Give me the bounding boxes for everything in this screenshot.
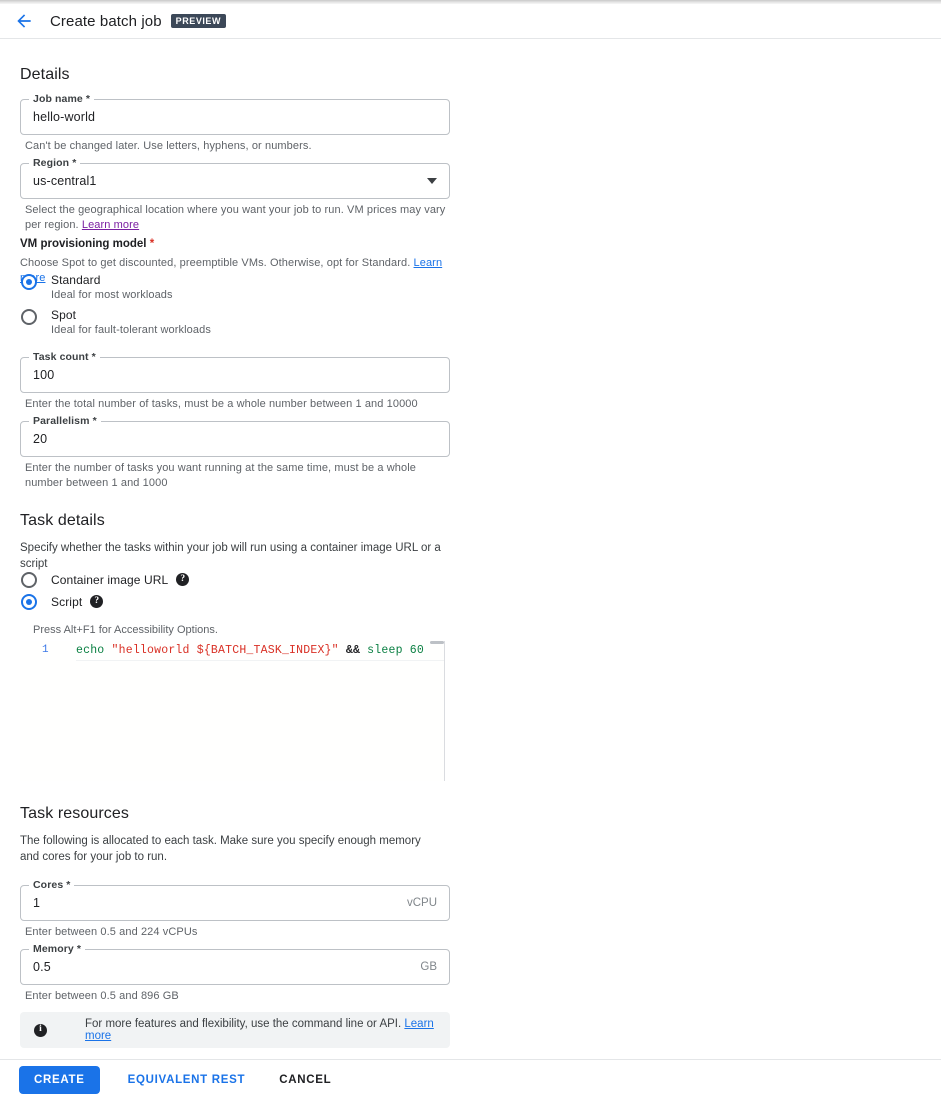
radio-script-label: Script [51, 594, 83, 609]
cores-input[interactable] [33, 896, 399, 910]
task-resources-section-title: Task resources [20, 805, 129, 822]
job-name-input[interactable] [33, 110, 437, 124]
required-asterisk: * [149, 238, 155, 250]
radio-standard-sub: Ideal for most workloads [51, 289, 173, 301]
editor-accessibility-hint: Press Alt+F1 for Accessibility Options. [33, 624, 218, 636]
region-learn-more-link[interactable]: Learn more [82, 219, 139, 231]
parallelism-input[interactable] [33, 432, 437, 446]
page-title: Create batch job [50, 12, 162, 30]
memory-unit: GB [420, 961, 437, 973]
arrow-back-icon[interactable] [12, 9, 36, 33]
editor-code-line[interactable]: echo "helloworld ${BATCH_TASK_INDEX}" &&… [76, 644, 424, 657]
radio-spot-sub: Ideal for fault-tolerant workloads [51, 324, 211, 336]
help-icon-script[interactable]: ? [90, 595, 104, 608]
memory-field[interactable]: Memory * GB [20, 943, 450, 985]
radio-spot-label: Spot [51, 308, 77, 322]
info-icon: i [34, 1023, 47, 1037]
radio-container-image-url-control[interactable] [21, 572, 37, 588]
region-select[interactable]: Region * us-central1 [20, 157, 450, 199]
task-count-label: Task count * [29, 351, 100, 363]
task-count-helper: Enter the total number of tasks, must be… [25, 398, 418, 410]
chevron-down-icon[interactable] [427, 178, 437, 184]
info-banner: i For more features and flexibility, use… [20, 1012, 450, 1048]
radio-script[interactable]: Script ? [21, 593, 104, 610]
form-footer: CREATE EQUIVALENT REST CANCEL [0, 1059, 941, 1100]
region-helper: Select the geographical location where y… [25, 203, 449, 233]
editor-row-divider [76, 660, 445, 661]
job-name-field[interactable]: Job name * [20, 93, 450, 135]
cores-label: Cores * [29, 879, 75, 891]
memory-label: Memory * [29, 943, 86, 955]
radio-standard-label: Standard [51, 273, 101, 287]
task-resources-description: The following is allocated to each task.… [20, 835, 421, 863]
parallelism-label: Parallelism * [29, 415, 101, 427]
job-name-label: Job name * [29, 93, 95, 105]
task-details-section-title: Task details [20, 512, 105, 529]
task-count-field[interactable]: Task count * [20, 351, 450, 393]
editor-line-number: 1 [42, 644, 49, 656]
script-editor[interactable]: 1 echo "helloworld ${BATCH_TASK_INDEX}" … [20, 641, 445, 781]
editor-right-divider [444, 641, 445, 781]
info-banner-text: For more features and flexibility, use t… [85, 1018, 436, 1042]
code-token-echo: echo [76, 644, 112, 657]
parallelism-field[interactable]: Parallelism * [20, 415, 450, 457]
form-content: Details Job name * Can't be changed late… [0, 40, 941, 1059]
editor-scrollbar[interactable] [430, 641, 444, 644]
radio-standard-control[interactable] [21, 274, 37, 290]
radio-spot-control[interactable] [21, 309, 37, 325]
provisioning-model-label: VM provisioning model * [20, 238, 154, 250]
job-name-helper: Can't be changed later. Use letters, hyp… [25, 140, 312, 152]
parallelism-helper: Enter the number of tasks you want runni… [25, 462, 416, 489]
provisioning-model-label-text: VM provisioning model [20, 238, 150, 250]
task-details-description: Specify whether the tasks within your jo… [20, 542, 441, 570]
page-header: Create batch job PREVIEW [0, 4, 941, 39]
details-section-title: Details [20, 66, 70, 83]
create-button[interactable]: CREATE [19, 1066, 100, 1094]
provisioning-description-text: Choose Spot to get discounted, preemptib… [20, 257, 414, 269]
status-badge: PREVIEW [170, 13, 227, 29]
memory-input[interactable] [33, 960, 413, 974]
help-icon-container-image-url[interactable]: ? [176, 573, 190, 586]
code-token-string: "helloworld ${BATCH_TASK_INDEX}" [111, 644, 339, 657]
region-label: Region * [29, 157, 81, 169]
radio-script-control[interactable] [21, 594, 37, 610]
code-token-and: && [338, 644, 368, 657]
info-banner-message: For more features and flexibility, use t… [85, 1018, 405, 1030]
code-token-number: 60 [409, 644, 424, 657]
cancel-button[interactable]: CANCEL [269, 1066, 341, 1094]
memory-helper: Enter between 0.5 and 896 GB [25, 990, 179, 1002]
region-value: us-central1 [33, 174, 97, 188]
cores-unit: vCPU [406, 897, 437, 909]
radio-standard[interactable]: Standard Ideal for most workloads [21, 273, 173, 301]
cores-field[interactable]: Cores * vCPU [20, 879, 450, 921]
cores-helper: Enter between 0.5 and 224 vCPUs [25, 926, 198, 938]
code-token-sleep: sleep [367, 644, 410, 657]
radio-spot[interactable]: Spot Ideal for fault-tolerant workloads [21, 308, 211, 336]
task-count-input[interactable] [33, 368, 437, 382]
radio-container-image-url[interactable]: Container image URL ? [21, 571, 190, 588]
radio-container-image-url-label: Container image URL [51, 572, 169, 587]
equivalent-rest-button[interactable]: EQUIVALENT REST [118, 1066, 256, 1094]
